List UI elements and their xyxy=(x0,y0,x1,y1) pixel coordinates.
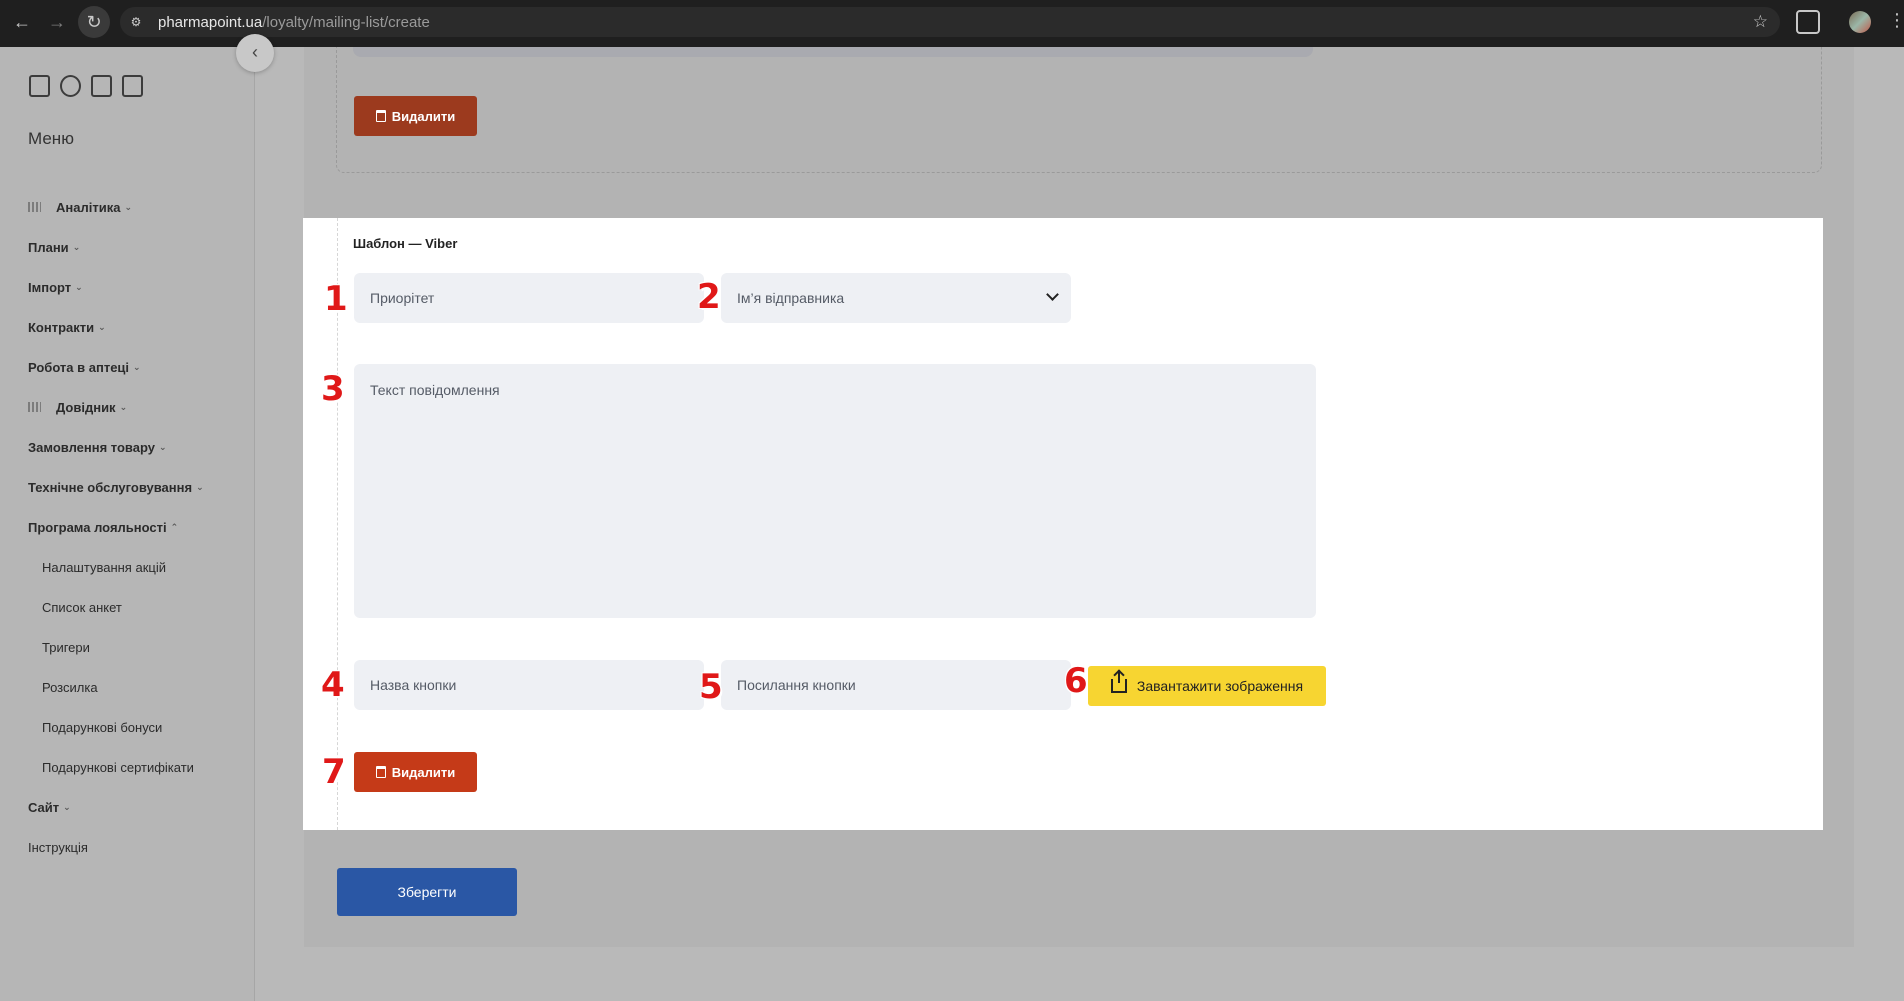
chevron-up-icon: ⌃ xyxy=(170,521,179,532)
sender-name-placeholder: Ім’я відправника xyxy=(737,290,845,306)
site-settings-icon[interactable]: ⚙ xyxy=(128,14,144,30)
upload-label: Завантажити зображення xyxy=(1136,678,1304,694)
trash-icon xyxy=(375,766,386,778)
chevron-down-icon: ⌄ xyxy=(159,441,167,452)
annotation-3: 3 xyxy=(321,369,345,409)
url-host: pharmapoint.ua xyxy=(158,14,263,31)
annotation-6: 6 xyxy=(1064,661,1088,701)
document-icon[interactable] xyxy=(91,75,112,97)
chevron-down-icon: ⌄ xyxy=(75,281,83,292)
browser-toolbar: ← → ↻ ⚙ pharmapoint.ua/loyalty/mailing-l… xyxy=(0,0,1904,47)
annotation-2: 2 xyxy=(697,277,721,317)
annotation-5: 5 xyxy=(699,667,723,707)
sidebar-item-label: Налаштування акцій xyxy=(42,559,166,575)
card-title: Шаблон — Viber xyxy=(353,236,458,251)
viber-template-card: Шаблон — Viber Приорітет Ім’я відправник… xyxy=(303,218,1823,830)
sidebar-item-label: Подарункові бонуси xyxy=(42,719,163,735)
sender-name-select[interactable]: Ім’я відправника xyxy=(721,273,1071,323)
window-icon[interactable] xyxy=(29,75,50,97)
chevron-down-icon xyxy=(1046,288,1059,301)
delete-label: Видалити xyxy=(391,764,456,780)
sidebar-subitem-gift-bonuses[interactable]: Подарункові бонуси xyxy=(28,707,248,747)
url-text: pharmapoint.ua/loyalty/mailing-list/crea… xyxy=(158,14,430,31)
sidebar-item-label: Плани xyxy=(28,239,69,255)
previous-field-edge xyxy=(353,47,1313,57)
annotation-1: 1 xyxy=(324,279,348,319)
message-text-area[interactable]: Текст повідомлення xyxy=(354,364,1316,618)
sidebar-item-label: Технічне обслуговування xyxy=(28,479,193,495)
sidebar-item-label: Програма лояльності xyxy=(28,519,167,535)
chevron-down-icon: ⌄ xyxy=(196,481,204,492)
sidebar-item-label: Подарункові сертифікати xyxy=(42,759,194,775)
sidebar-subitem-survey-list[interactable]: Список анкет xyxy=(28,587,248,627)
reload-button[interactable]: ↻ xyxy=(78,6,110,38)
sidebar-item-label: Список анкет xyxy=(42,599,122,615)
sidebar-item-label: Розсилка xyxy=(42,679,98,695)
priority-input[interactable]: Приорітет xyxy=(354,273,704,323)
sidebar-collapse-button[interactable]: ‹ xyxy=(236,34,274,72)
sidebar-item-label: Робота в аптеці xyxy=(28,359,130,375)
bookmark-star-icon[interactable]: ☆ xyxy=(1753,12,1768,32)
sidebar-item-label: Інструкція xyxy=(28,839,88,855)
sidebar-item-pharmacy-work[interactable]: Робота в аптеці ⌄ xyxy=(28,347,248,387)
sidebar-quick-icons xyxy=(29,75,143,97)
sidebar-item-label: Довідник xyxy=(56,399,116,415)
sidebar-item-label: Замовлення товару xyxy=(28,439,155,455)
chevron-down-icon: ⌄ xyxy=(119,401,128,412)
forward-arrow-icon[interactable]: → xyxy=(46,11,68,33)
delete-label: Видалити xyxy=(391,108,456,124)
sidebar-subitem-triggers[interactable]: Тригери xyxy=(28,627,248,667)
sidebar-item-site[interactable]: Сайт ⌄ xyxy=(28,787,248,827)
sidebar-item-orders[interactable]: Замовлення товару ⌄ xyxy=(28,427,248,467)
chevron-left-icon: ‹ xyxy=(252,42,258,62)
extensions-icon[interactable] xyxy=(1796,10,1820,34)
menu-title: Меню xyxy=(28,129,74,148)
sidebar-item-import[interactable]: Імпорт ⌄ xyxy=(28,267,248,307)
trash-icon xyxy=(375,110,386,122)
sidebar-item-loyalty[interactable]: Програма лояльності ⌃ xyxy=(28,507,248,547)
sidebar-item-contracts[interactable]: Контракти ⌄ xyxy=(28,307,248,347)
sidebar-menu: Аналітика ⌄ Плани ⌄ Імпорт ⌄ Контракти ⌄ Роб… xyxy=(28,187,248,867)
profile-avatar[interactable] xyxy=(1849,11,1871,33)
browser-menu-icon[interactable]: ⋮ xyxy=(1888,10,1904,31)
sidebar-item-label: Сайт xyxy=(28,799,60,815)
sidebar-item-label: Імпорт xyxy=(28,279,72,295)
sidebar: Меню Аналітика ⌄ Плани ⌄ Імпорт ⌄ Контракти… xyxy=(0,47,255,1001)
button-name-input[interactable]: Назва кнопки xyxy=(354,660,704,710)
reload-icon: ↻ xyxy=(86,12,102,32)
address-bar[interactable]: ⚙ pharmapoint.ua/loyalty/mailing-list/cr… xyxy=(120,7,1780,37)
sidebar-item-instructions[interactable]: Інструкція xyxy=(28,827,248,867)
upload-image-button[interactable]: Завантажити зображення xyxy=(1088,666,1326,706)
sidebar-subitem-gift-certificates[interactable]: Подарункові сертифікати xyxy=(28,747,248,787)
pie-chart-icon[interactable] xyxy=(60,75,81,97)
sidebar-item-analytics[interactable]: Аналітика ⌄ xyxy=(28,187,248,227)
sidebar-item-label: Тригери xyxy=(42,639,90,655)
chevron-down-icon: ⌄ xyxy=(72,241,81,252)
sidebar-subitem-promo-settings[interactable]: Налаштування акцій xyxy=(28,547,248,587)
save-button[interactable]: Зберегти xyxy=(337,868,517,916)
sidebar-item-maintenance[interactable]: Технічне обслуговування ⌄ xyxy=(28,467,248,507)
delete-template-button[interactable]: Видалити xyxy=(354,752,477,792)
sidebar-subitem-mailing[interactable]: Розсилка xyxy=(28,667,248,707)
sidebar-item-label: Аналітика xyxy=(56,199,121,215)
upload-icon xyxy=(1110,671,1127,693)
grid-icon xyxy=(28,202,41,212)
sidebar-item-label: Контракти xyxy=(28,319,95,335)
sidebar-item-reference[interactable]: Довідник ⌄ xyxy=(28,387,248,427)
previous-template-card: Видалити xyxy=(336,47,1822,173)
url-path: /loyalty/mailing-list/create xyxy=(262,14,430,31)
chevron-down-icon: ⌄ xyxy=(124,201,132,212)
grid-icon xyxy=(28,402,41,412)
chevron-down-icon: ⌄ xyxy=(63,801,71,812)
annotation-7: 7 xyxy=(322,752,346,792)
annotation-4: 4 xyxy=(321,665,345,705)
chevron-down-icon: ⌄ xyxy=(133,361,141,372)
chevron-down-icon: ⌄ xyxy=(98,321,106,332)
sidebar-item-plans[interactable]: Плани ⌄ xyxy=(28,227,248,267)
back-arrow-icon[interactable]: ← xyxy=(11,11,33,33)
button-link-input[interactable]: Посилання кнопки xyxy=(721,660,1071,710)
book-icon[interactable] xyxy=(122,75,143,97)
previous-delete-button[interactable]: Видалити xyxy=(354,96,477,136)
